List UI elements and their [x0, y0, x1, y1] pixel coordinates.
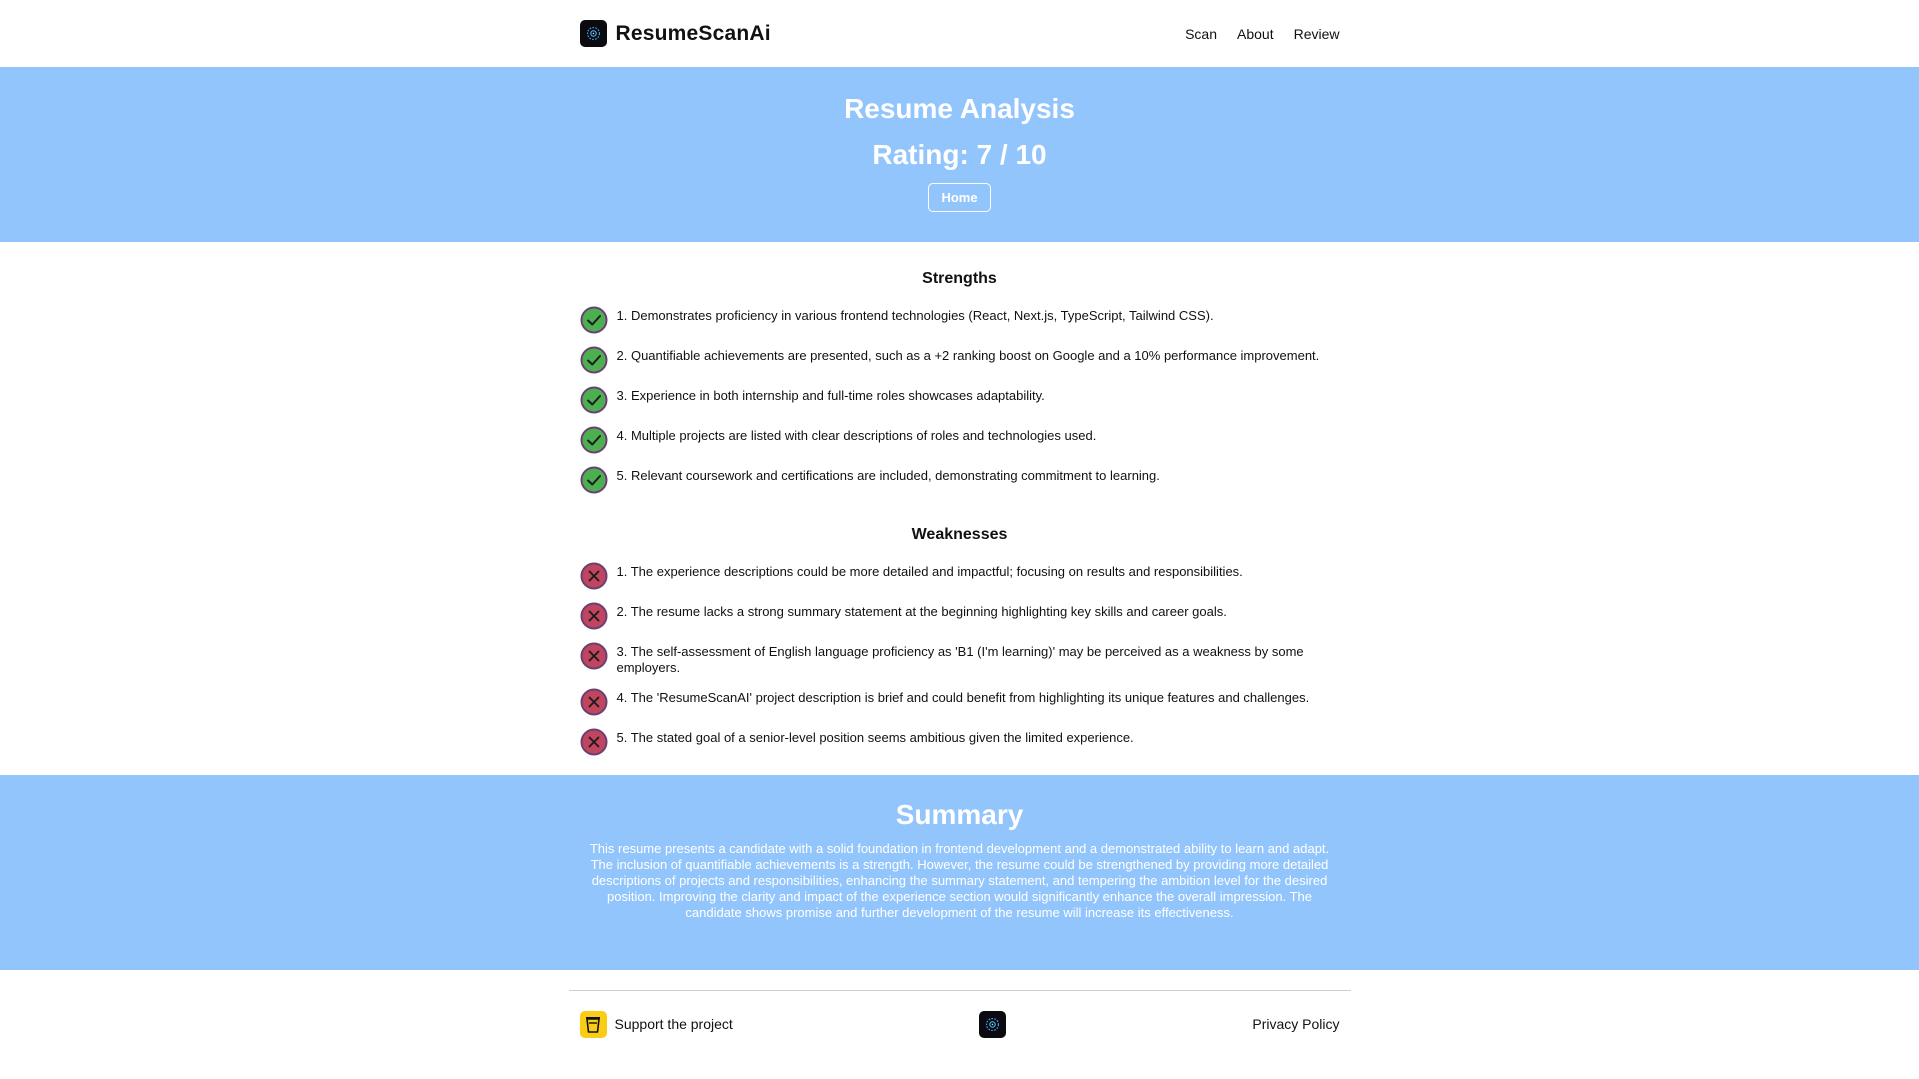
x-circle-icon — [580, 642, 607, 670]
strength-text: 3. Experience in both internship and ful… — [616, 388, 1045, 403]
nav-link-review[interactable]: Review — [1294, 26, 1340, 42]
check-circle-icon — [580, 386, 607, 414]
strength-text: 2. Quantifiable achievements are present… — [616, 348, 1320, 363]
strength-text: 5. Relevant coursework and certification… — [616, 468, 1160, 483]
weakness-text: 1. The experience descriptions could be … — [616, 564, 1243, 579]
page-title: Resume Analysis — [844, 93, 1075, 124]
weakness-item: 5. The stated goal of a senior-level pos… — [580, 728, 1340, 756]
weakness-item: 3. The self-assessment of English langua… — [580, 642, 1340, 676]
check-circle-icon — [580, 466, 607, 494]
summary-text: This resume presents a candidate with a … — [589, 841, 1330, 920]
strengths-title: Strengths — [922, 270, 997, 287]
nav-link-about[interactable]: About — [1237, 26, 1274, 42]
x-circle-icon — [580, 602, 607, 630]
weakness-text: 4. The 'ResumeScanAI' project descriptio… — [616, 690, 1310, 705]
summary-section: Summary This resume presents a candidate… — [0, 775, 1919, 970]
check-circle-icon — [580, 426, 607, 454]
x-circle-icon — [580, 562, 607, 590]
weaknesses-title: Weaknesses — [911, 526, 1008, 543]
brand-name: ResumeScanAi — [615, 21, 771, 45]
brain-scan-icon — [579, 20, 607, 47]
strengths-list: 1. Demonstrates proficiency in various f… — [580, 306, 1340, 494]
nav-link-scan[interactable]: Scan — [1185, 26, 1217, 42]
brain-scan-icon — [979, 1010, 1007, 1038]
weakness-text: 3. The self-assessment of English langua… — [616, 644, 1304, 675]
brand-link[interactable]: ResumeScanAi — [579, 20, 771, 47]
strength-item: 2. Quantifiable achievements are present… — [580, 346, 1340, 374]
footer: Support the project Privacy Policy — [0, 991, 1919, 1057]
weakness-item: 1. The experience descriptions could be … — [580, 562, 1340, 590]
privacy-policy-link[interactable]: Privacy Policy — [1252, 1016, 1339, 1032]
weakness-text: 5. The stated goal of a senior-level pos… — [616, 730, 1134, 745]
footer-logo-link[interactable] — [979, 1010, 1007, 1038]
strength-item: 3. Experience in both internship and ful… — [580, 386, 1340, 414]
strength-item: 1. Demonstrates proficiency in various f… — [580, 306, 1340, 334]
support-project-link[interactable]: Support the project — [579, 1010, 733, 1038]
strength-item: 5. Relevant coursework and certification… — [580, 466, 1340, 494]
weakness-item: 4. The 'ResumeScanAI' project descriptio… — [580, 688, 1340, 716]
x-circle-icon — [580, 728, 607, 756]
weaknesses-list: 1. The experience descriptions could be … — [580, 562, 1340, 756]
home-button[interactable]: Home — [928, 183, 991, 212]
rating-heading: Rating: 7 / 10 — [872, 139, 1047, 170]
coffee-cup-icon — [579, 1010, 607, 1038]
weakness-item: 2. The resume lacks a strong summary sta… — [580, 602, 1340, 630]
check-circle-icon — [580, 306, 607, 334]
check-circle-icon — [580, 346, 607, 374]
strength-text: 4. Multiple projects are listed with cle… — [616, 428, 1097, 443]
strength-text: 1. Demonstrates proficiency in various f… — [616, 308, 1214, 323]
main-nav: Scan About Review — [1185, 26, 1339, 42]
weakness-text: 2. The resume lacks a strong summary sta… — [616, 604, 1227, 619]
strength-item: 4. Multiple projects are listed with cle… — [580, 426, 1340, 454]
top-navbar: ResumeScanAi Scan About Review — [0, 0, 1919, 67]
summary-title: Summary — [895, 799, 1024, 830]
support-label: Support the project — [614, 1016, 733, 1032]
x-circle-icon — [580, 688, 607, 716]
analysis-content: Strengths 1. Demonstrates proficiency in… — [580, 270, 1340, 756]
analysis-hero: Resume Analysis Rating: 7 / 10 Home — [0, 67, 1919, 242]
